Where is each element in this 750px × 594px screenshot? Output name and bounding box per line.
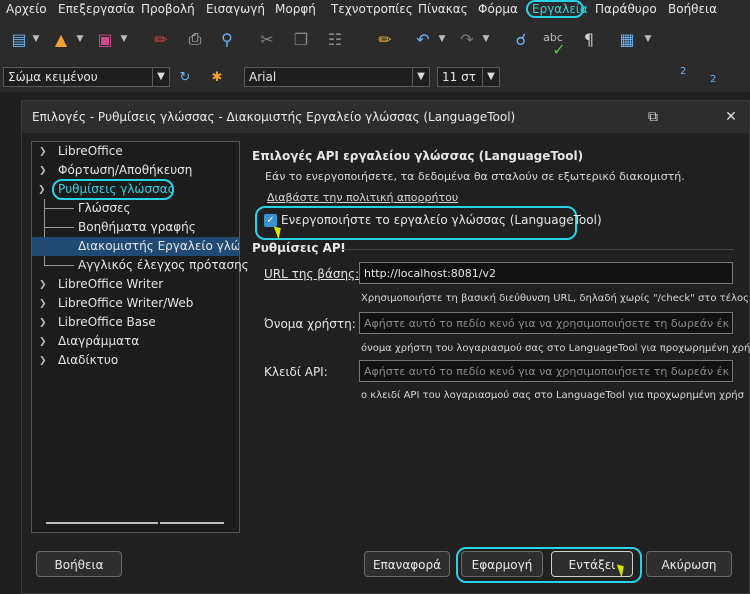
horizontal-scrollbar-thumb[interactable] (160, 522, 224, 524)
reset-button[interactable]: Επαναφορά (364, 551, 450, 577)
tree-item-internet[interactable]: Διαδίκτυο (58, 351, 118, 370)
paragraph-style-select[interactable]: Σώμα κειμένου ▼ (3, 67, 170, 87)
tree-item-base[interactable]: LibreOffice Base (58, 313, 156, 332)
tree-item-language-settings[interactable]: Ρυθμίσεις γλώσσας (58, 180, 175, 199)
font-name-select[interactable]: Arial ▼ (244, 67, 430, 87)
api-settings-title: Ρυθμίσεις API (252, 241, 346, 255)
username-hint: όνομα χρήστη του λογαριασμού σας στο Lan… (361, 343, 750, 354)
base-url-hint: Χρησιμοποιήστε τη βασική διεύθυνση URL, … (361, 293, 750, 304)
clone-format-icon[interactable]: ✏ (374, 28, 396, 50)
tree-line (44, 208, 74, 209)
menu-file[interactable]: Αρχείο (6, 1, 47, 17)
paragraph-style-value: Σώμα κειμένου (8, 70, 98, 84)
menu-styles[interactable]: Τεχνοτροπίες (331, 1, 413, 17)
chevron-down-icon[interactable]: ▼ (152, 68, 169, 86)
chevron-right-icon[interactable]: ❯ (39, 166, 47, 176)
tree-item-load-save[interactable]: Φόρτωση/Αποθήκευση (58, 161, 192, 180)
font-size-value: 11 στ (442, 70, 476, 84)
chevron-down-icon[interactable]: ❯ (38, 185, 46, 195)
menu-help[interactable]: Βοήθεια (668, 1, 717, 17)
chevron-right-icon[interactable]: ❯ (39, 280, 47, 290)
chevron-down-icon[interactable]: ▼ (644, 28, 652, 50)
print-preview-icon[interactable]: ⚲ (216, 28, 238, 50)
tree-item-charts[interactable]: Διαγράμματα (58, 332, 139, 351)
subscript-icon[interactable]: 2 (710, 74, 716, 85)
info-text: Εάν το ενεργοποιήσετε, τα δεδομένα θα στ… (265, 170, 685, 183)
insert-table-icon[interactable]: ▦ (616, 28, 638, 50)
tree-item-languages[interactable]: Γλώσσες (78, 199, 131, 218)
redo-icon[interactable]: ↷ (456, 28, 478, 50)
cancel-button[interactable]: Ακύρωση (646, 551, 732, 577)
menu-edit[interactable]: Επεξεργασία (58, 1, 135, 17)
menu-insert[interactable]: Εισαγωγή (206, 1, 265, 17)
auto-spellcheck-icon[interactable]: ✓ (548, 38, 570, 60)
find-replace-icon[interactable]: ☌ (510, 28, 532, 50)
menu-table[interactable]: Πίνακας (418, 1, 468, 17)
tree-line (44, 227, 74, 228)
chevron-down-icon[interactable]: ▼ (482, 68, 499, 86)
cut-icon[interactable]: ✂ (256, 28, 278, 50)
standard-toolbar: ▤ ▼ ▲ ▼ ▣ ▼ ✏ ⎙ ⚲ ✂ ❐ ☷ ✏ ↶ ▼ ↷ ▼ ☌ abc … (0, 18, 750, 62)
print-icon[interactable]: ⎙ (184, 28, 206, 50)
tree-item-english-sentence-checking[interactable]: Αγγλικός έλεγχος πρότασης (78, 256, 249, 275)
tree-item-languagetool-server[interactable]: Διακομιστής Εργαλείο γλώσσας (32, 237, 239, 256)
base-url-label: URL της βάσης: (264, 267, 360, 281)
apikey-label: Κλειδί API: (264, 365, 328, 379)
new-style-icon[interactable]: ✱ (206, 66, 228, 88)
menu-form[interactable]: Φόρμα (478, 1, 518, 17)
apikey-input[interactable] (359, 360, 733, 382)
copy-icon[interactable]: ❐ (290, 28, 312, 50)
tree-item-writer[interactable]: LibreOffice Writer (58, 275, 163, 294)
enable-languagetool-label[interactable]: Ενεργοποιήστε το εργαλείο γλώσσας (Langu… (281, 213, 602, 227)
menu-window[interactable]: Παράθυρο (595, 1, 657, 17)
chevron-right-icon[interactable]: ❯ (39, 318, 47, 328)
superscript-icon[interactable]: 2 (680, 66, 686, 77)
update-style-icon[interactable]: ↻ (174, 66, 196, 88)
dialog-title-bar: Επιλογές - Ρυθμίσεις γλώσσας - Διακομιστ… (22, 101, 749, 133)
username-input[interactable] (359, 312, 733, 334)
section-title: Επιλογές API εργαλείου γλώσσας (Language… (252, 149, 584, 163)
chevron-down-icon[interactable]: ▼ (412, 68, 429, 86)
base-url-input[interactable] (359, 262, 733, 284)
horizontal-scrollbar[interactable] (46, 522, 158, 524)
privacy-policy-link[interactable]: Διαβάστε την πολιτική απορρήτου (267, 191, 458, 204)
restore-window-icon[interactable]: ⧉ (642, 107, 664, 127)
chevron-down-icon[interactable]: ▼ (76, 28, 84, 50)
dialog-title: Επιλογές - Ρυθμίσεις γλώσσας - Διακομιστ… (32, 110, 516, 124)
tree-line (44, 265, 74, 266)
tree-item-writing-aids[interactable]: Βοηθήματα γραφής (78, 218, 196, 237)
apikey-hint: ο κλειδί API του λογαριασμού σας στο Lan… (361, 390, 744, 401)
paste-icon[interactable]: ☷ (324, 28, 346, 50)
formatting-marks-icon[interactable]: ¶ (578, 28, 600, 50)
font-name-value: Arial (249, 70, 277, 84)
menu-format[interactable]: Μορφή (275, 1, 316, 17)
menu-tools[interactable]: Εργαλεία (532, 1, 588, 17)
separator (340, 249, 734, 250)
menu-bar: Αρχείο Επεξεργασία Προβολή Εισαγωγή Μορφ… (0, 0, 750, 18)
open-folder-icon[interactable]: ▲ (50, 28, 72, 50)
menu-view[interactable]: Προβολή (141, 1, 195, 17)
chevron-down-icon[interactable]: ▼ (438, 28, 446, 50)
chevron-right-icon[interactable]: ❯ (39, 147, 47, 157)
new-document-icon[interactable]: ▤ (8, 28, 30, 50)
tree-item-libreoffice[interactable]: LibreOffice (58, 142, 123, 161)
chevron-down-icon[interactable]: ▼ (120, 28, 128, 50)
chevron-right-icon[interactable]: ❯ (39, 337, 47, 347)
chevron-right-icon[interactable]: ❯ (39, 356, 47, 366)
apply-button[interactable]: Εφαρμογή (461, 551, 543, 577)
username-label: Όνομα χρήστη: (264, 317, 356, 331)
save-icon[interactable]: ▣ (94, 28, 116, 50)
chevron-down-icon[interactable]: ▼ (482, 28, 490, 50)
export-pdf-icon[interactable]: ✏ (150, 28, 172, 50)
close-icon[interactable]: ✕ (720, 107, 742, 127)
tree-item-writer-web[interactable]: LibreOffice Writer/Web (58, 294, 193, 313)
options-tree[interactable]: ❯ LibreOffice ❯ Φόρτωση/Αποθήκευση ❯ Ρυθ… (31, 141, 249, 533)
undo-icon[interactable]: ↶ (412, 28, 434, 50)
chevron-down-icon[interactable]: ▼ (32, 28, 40, 50)
chevron-right-icon[interactable]: ❯ (39, 299, 47, 309)
help-button[interactable]: Βοήθεια (36, 551, 122, 577)
font-size-select[interactable]: 11 στ ▼ (437, 67, 500, 87)
formatting-toolbar: Σώμα κειμένου ▼ ↻ ✱ Arial ▼ 11 στ ▼ 2 2 (0, 62, 750, 92)
